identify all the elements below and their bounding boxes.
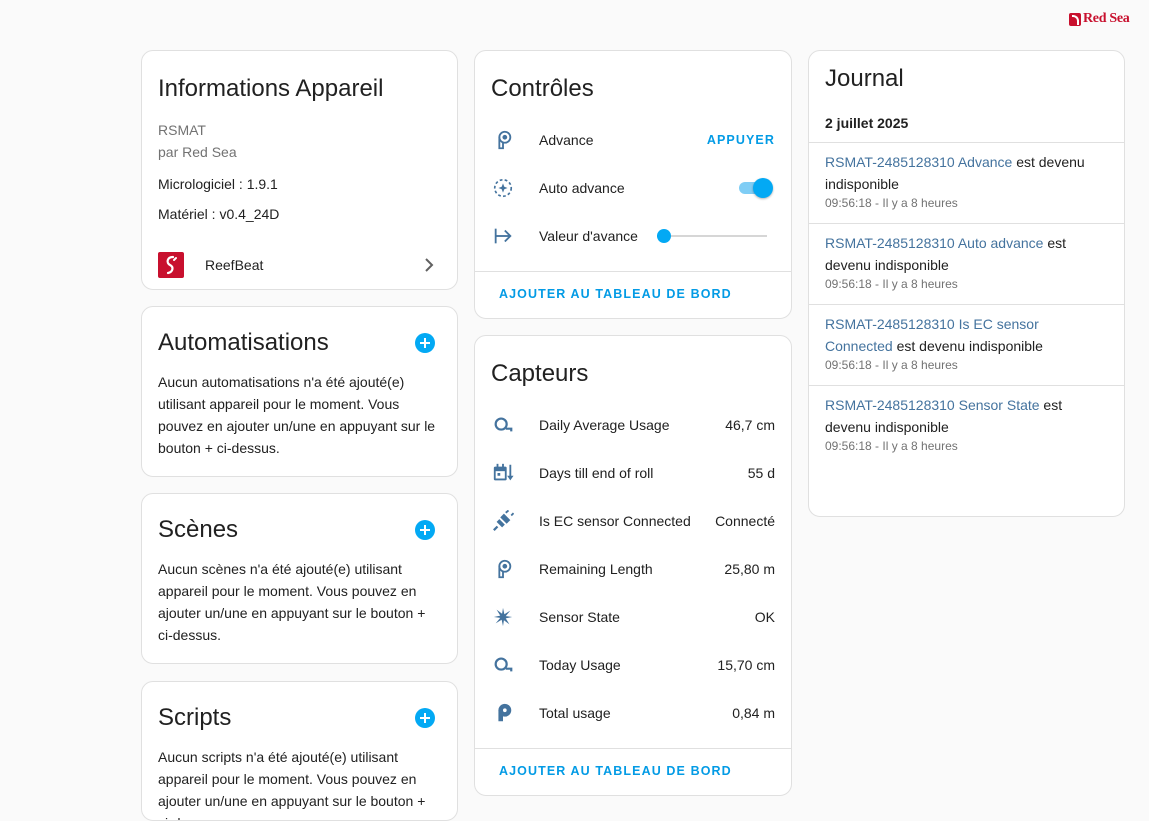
- logbook-time: 09:56:18 - Il y a 8 heures: [825, 277, 958, 291]
- sensor-burst-icon: [491, 605, 515, 629]
- sensors-divider: [475, 748, 791, 749]
- sensor-label: Today Usage: [539, 657, 621, 673]
- logbook-divider: [809, 304, 1124, 305]
- sensor-row[interactable]: Remaining Length 25,80 m: [491, 557, 775, 581]
- toggle-thumb: [753, 178, 773, 198]
- integration-link-reefbeat[interactable]: ReefBeat: [142, 247, 457, 283]
- sensors-card: Capteurs Daily Average Usage 46,7 cm Day…: [474, 335, 792, 796]
- advance-value-label: Valeur d'avance: [539, 228, 638, 244]
- sensor-label: Daily Average Usage: [539, 417, 670, 433]
- sensor-label: Days till end of roll: [539, 465, 654, 481]
- sensors-add-to-dashboard-button[interactable]: AJOUTER AU TABLEAU DE BORD: [499, 764, 732, 778]
- device-info-card: Informations Appareil RSMAT par Red Sea …: [141, 50, 458, 290]
- logbook-entity-link[interactable]: RSMAT-2485128310 Sensor State: [825, 397, 1040, 413]
- sensor-label: Is EC sensor Connected: [539, 513, 691, 529]
- logbook-divider: [809, 385, 1124, 386]
- logbook-entry: RSMAT-2485128310 Auto advance est devenu…: [809, 232, 1124, 291]
- controls-card: Contrôles Advance APPUYER Auto advance V…: [474, 50, 792, 319]
- auto-advance-label: Auto advance: [539, 180, 625, 196]
- add-scene-button[interactable]: [415, 520, 435, 540]
- sensor-value: 0,84 m: [732, 705, 775, 721]
- sensor-label: Sensor State: [539, 609, 620, 625]
- device-hardware: Matériel : v0.4_24D: [158, 206, 280, 222]
- add-script-button[interactable]: [415, 708, 435, 728]
- sensor-value: 15,70 cm: [717, 657, 775, 673]
- sensor-row[interactable]: Daily Average Usage 46,7 cm: [491, 413, 775, 437]
- auto-advance-toggle[interactable]: [737, 178, 773, 198]
- scripts-card: Scripts Aucun scripts n'a été ajouté(e) …: [141, 681, 458, 821]
- sensor-value: 25,80 m: [724, 561, 775, 577]
- redsea-logo-text: Red Sea: [1083, 11, 1130, 26]
- calendar-arrow-down-icon: [491, 461, 515, 485]
- tape-measure-icon: [491, 413, 515, 437]
- paper-roll-icon: [491, 557, 515, 581]
- sensor-value: Connecté: [715, 513, 775, 529]
- logbook-entry: RSMAT-2485128310 Advance est devenu indi…: [809, 151, 1124, 210]
- controls-title: Contrôles: [491, 75, 594, 102]
- logbook-entity-link[interactable]: RSMAT-2485128310 Advance: [825, 154, 1012, 170]
- auto-advance-icon: [491, 176, 515, 200]
- controls-divider: [475, 271, 791, 272]
- add-automation-button[interactable]: [415, 333, 435, 353]
- sensor-label: Total usage: [539, 705, 611, 721]
- logbook-time: 09:56:18 - Il y a 8 heures: [825, 358, 958, 372]
- chevron-right-icon: [425, 258, 434, 272]
- sensor-row[interactable]: Days till end of roll 55 d: [491, 461, 775, 485]
- advance-press-button[interactable]: APPUYER: [707, 133, 775, 147]
- sensor-row[interactable]: Sensor State OK: [491, 605, 775, 629]
- redsea-logo: Red Sea: [1069, 11, 1130, 27]
- sensor-value: 46,7 cm: [725, 417, 775, 433]
- scenes-title: Scènes: [158, 516, 239, 543]
- sensor-row[interactable]: Total usage 0,84 m: [491, 701, 775, 725]
- logbook-message: est devenu indisponible: [892, 338, 1043, 354]
- logbook-divider: [809, 223, 1124, 224]
- logbook-divider: [809, 142, 1124, 143]
- logbook-time: 09:56:18 - Il y a 8 heures: [825, 439, 958, 453]
- plug-connection-icon: [491, 509, 515, 533]
- logbook-time: 09:56:18 - Il y a 8 heures: [825, 196, 958, 210]
- redsea-logo-mark: [1069, 12, 1081, 26]
- device-firmware: Micrologiciel : 1.9.1: [158, 176, 278, 192]
- tape-measure-icon: [491, 653, 515, 677]
- scripts-title: Scripts: [158, 704, 232, 731]
- sensor-row[interactable]: Today Usage 15,70 cm: [491, 653, 775, 677]
- automations-empty-text: Aucun automatisations n'a été ajouté(e) …: [158, 374, 436, 456]
- advance-label: Advance: [539, 132, 594, 148]
- logbook-title: Journal: [825, 65, 904, 92]
- reefbeat-logo-icon: [158, 252, 184, 278]
- sensor-value: 55 d: [747, 465, 775, 481]
- sensors-title: Capteurs: [491, 360, 589, 387]
- device-manufacturer: par Red Sea: [158, 144, 237, 160]
- logbook-entity-link[interactable]: RSMAT-2485128310 Auto advance: [825, 235, 1043, 251]
- scripts-empty-text: Aucun scripts n'a été ajouté(e) utilisan…: [158, 749, 426, 820]
- integration-label: ReefBeat: [205, 257, 264, 273]
- slider-knob[interactable]: [657, 229, 671, 243]
- logbook-entry: RSMAT-2485128310 Sensor State est devenu…: [809, 394, 1124, 453]
- logbook-date: 2 juillet 2025: [825, 115, 909, 131]
- device-info-title: Informations Appareil: [158, 75, 384, 102]
- device-model: RSMAT: [158, 122, 206, 138]
- sensor-row[interactable]: Is EC sensor Connected Connecté: [491, 509, 775, 533]
- control-row-auto-advance: Auto advance: [491, 176, 775, 200]
- arrow-collapse-right-icon: [491, 224, 515, 248]
- advance-value-slider[interactable]: [657, 228, 767, 244]
- automations-card: Automatisations Aucun automatisations n'…: [141, 306, 458, 477]
- sensor-value: OK: [754, 609, 775, 625]
- automations-title: Automatisations: [158, 329, 329, 356]
- control-row-advance-value: Valeur d'avance: [491, 224, 775, 248]
- paper-roll-icon: [491, 128, 515, 152]
- paper-roll-filled-icon: [491, 701, 515, 725]
- scenes-empty-text: Aucun scènes n'a été ajouté(e) utilisant…: [158, 561, 426, 643]
- logbook-card: Journal 2 juillet 2025 RSMAT-2485128310 …: [808, 50, 1125, 517]
- controls-add-to-dashboard-button[interactable]: AJOUTER AU TABLEAU DE BORD: [499, 287, 732, 301]
- logbook-entry: RSMAT-2485128310 Is EC sensor Connected …: [809, 313, 1124, 372]
- sensor-label: Remaining Length: [539, 561, 653, 577]
- slider-rail: [657, 235, 767, 237]
- control-row-advance: Advance APPUYER: [491, 128, 775, 152]
- scenes-card: Scènes Aucun scènes n'a été ajouté(e) ut…: [141, 493, 458, 664]
